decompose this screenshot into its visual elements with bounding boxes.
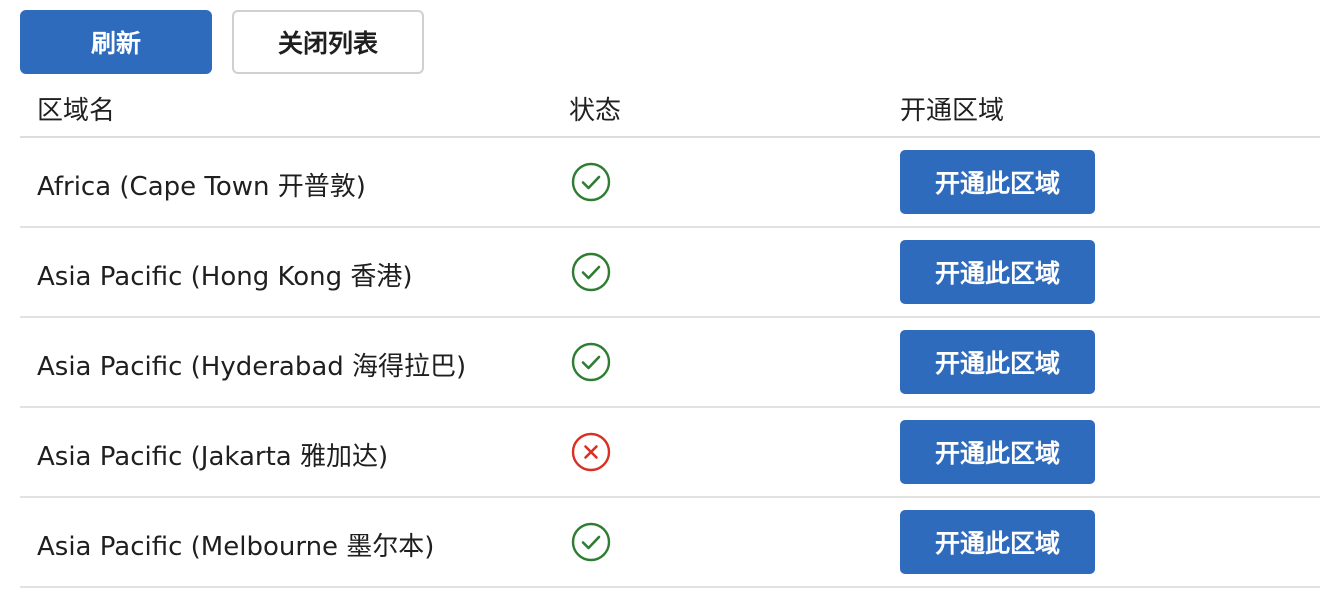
check-circle-icon [571,252,611,292]
check-circle-icon [571,342,611,382]
table-row: Asia Pacific (Hyderabad 海得拉巴) 开通此区域 [20,318,1320,408]
table-row: Asia Pacific (Melbourne 墨尔本) 开通此区域 [20,498,1320,588]
header-region-name: 区域名 [37,96,116,126]
toolbar: 刷新 关闭列表 [20,10,424,74]
x-circle-icon [571,432,611,472]
enable-region-button[interactable]: 开通此区域 [900,330,1095,394]
table-row: Asia Pacific (Hong Kong 香港) 开通此区域 [20,228,1320,318]
refresh-button[interactable]: 刷新 [20,10,212,74]
header-enable-region: 开通区域 [900,96,1005,126]
table-header: 区域名 状态 开通区域 [20,78,1320,138]
region-name: Asia Pacific (Jakarta 雅加达) [37,442,389,472]
check-circle-icon [571,522,611,562]
enable-region-button[interactable]: 开通此区域 [900,240,1095,304]
enable-region-button[interactable]: 开通此区域 [900,510,1095,574]
table-row: Africa (Cape Town 开普敦) 开通此区域 [20,138,1320,228]
region-name: Asia Pacific (Hyderabad 海得拉巴) [37,352,467,382]
region-name: Africa (Cape Town 开普敦) [37,172,366,202]
region-name: Asia Pacific (Hong Kong 香港) [37,262,413,292]
enable-region-button[interactable]: 开通此区域 [900,420,1095,484]
region-name: Asia Pacific (Melbourne 墨尔本) [37,532,435,562]
region-table: 区域名 状态 开通区域 Africa (Cape Town 开普敦) 开通此区域… [20,78,1320,588]
check-circle-icon [571,162,611,202]
enable-region-button[interactable]: 开通此区域 [900,150,1095,214]
header-status: 状态 [569,96,622,126]
table-row: Asia Pacific (Jakarta 雅加达) 开通此区域 [20,408,1320,498]
close-list-button[interactable]: 关闭列表 [232,10,424,74]
